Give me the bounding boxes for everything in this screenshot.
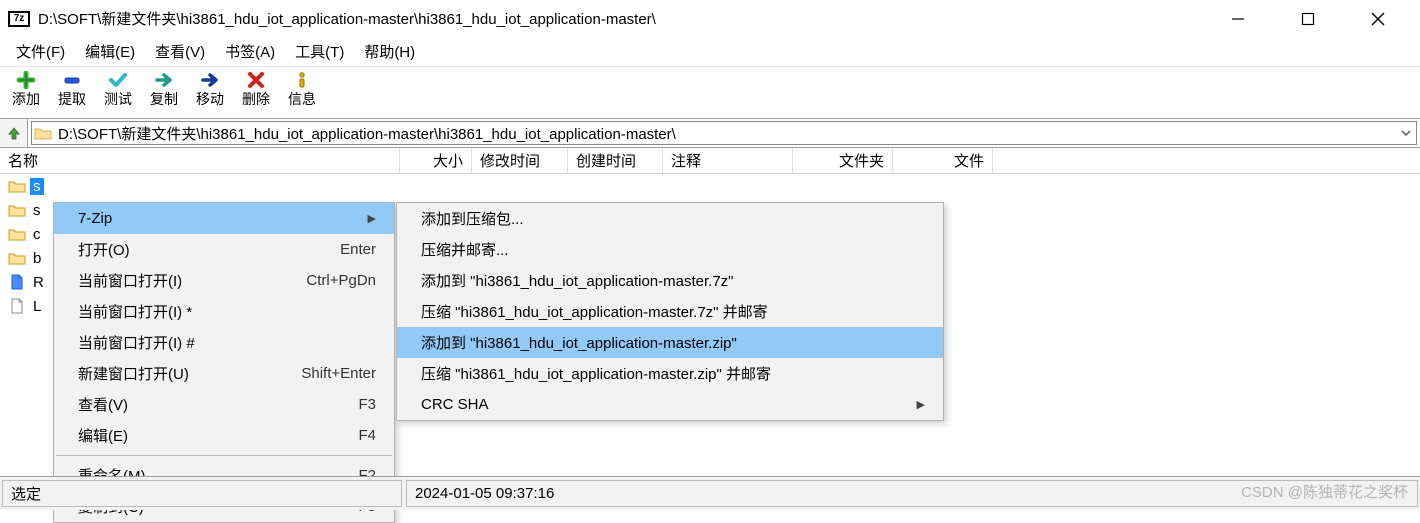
arrow-r1-icon — [154, 69, 174, 91]
folder-icon — [8, 225, 26, 243]
menu-item[interactable]: 帮助(H) — [356, 39, 423, 64]
menu-item[interactable]: 编辑(E)F4 — [54, 420, 394, 451]
folder-icon — [32, 126, 54, 140]
menu-item[interactable]: 打开(O)Enter — [54, 234, 394, 265]
column-modified[interactable]: 修改时间 — [472, 148, 568, 173]
menu-item[interactable]: 压缩并邮寄... — [397, 234, 943, 265]
folder-icon — [8, 177, 26, 195]
menu-item[interactable]: 添加到压缩包... — [397, 203, 943, 234]
statusbar: 选定 2024-01-05 09:37:16 — [0, 476, 1420, 510]
toolbar-cross[interactable]: 删除 — [236, 69, 276, 107]
folder-icon — [8, 249, 26, 267]
list-item[interactable]: R — [0, 270, 50, 294]
menu-item[interactable]: 工具(T) — [287, 39, 352, 64]
cross-icon — [247, 69, 265, 91]
toolbar-arrow-r2[interactable]: 移动 — [190, 69, 230, 107]
column-name[interactable]: 名称 — [0, 148, 400, 173]
menu-item[interactable]: 添加到 "hi3861_hdu_iot_application-master.z… — [397, 327, 943, 358]
check-icon — [108, 69, 128, 91]
file-icon — [8, 297, 26, 315]
address-text: D:\SOFT\新建文件夹\hi3861_hdu_iot_application… — [54, 121, 1396, 146]
address-input[interactable]: D:\SOFT\新建文件夹\hi3861_hdu_iot_application… — [31, 121, 1417, 145]
menu-item[interactable]: 新建窗口打开(U)Shift+Enter — [54, 358, 394, 389]
menu-item[interactable]: 查看(V) — [147, 39, 213, 64]
context-submenu[interactable]: 添加到压缩包...压缩并邮寄...添加到 "hi3861_hdu_iot_app… — [396, 202, 944, 421]
column-size[interactable]: 大小 — [400, 148, 472, 173]
menu-item[interactable]: 压缩 "hi3861_hdu_iot_application-master.zi… — [397, 358, 943, 389]
list-item[interactable]: c — [0, 222, 50, 246]
column-comment[interactable]: 注释 — [663, 148, 793, 173]
titlebar: 7z D:\SOFT\新建文件夹\hi3861_hdu_iot_applicat… — [0, 0, 1420, 38]
toolbar: 添加提取测试复制移动删除信息 — [0, 66, 1420, 118]
up-button[interactable] — [0, 119, 28, 147]
toolbar-check[interactable]: 测试 — [98, 69, 138, 107]
menu-item[interactable]: 7-Zip▶ — [54, 203, 394, 234]
menu-item[interactable]: CRC SHA▶ — [397, 389, 943, 420]
menu-item[interactable]: 当前窗口打开(I)Ctrl+PgDn — [54, 265, 394, 296]
close-button[interactable] — [1358, 4, 1398, 34]
maximize-button[interactable] — [1288, 4, 1328, 34]
menu-item[interactable]: 添加到 "hi3861_hdu_iot_application-master.7… — [397, 265, 943, 296]
column-files[interactable]: 文件 — [893, 148, 993, 173]
file-icon — [8, 273, 26, 291]
chevron-right-icon: ▶ — [368, 212, 376, 225]
column-created[interactable]: 创建时间 — [568, 148, 663, 173]
toolbar-minus[interactable]: 提取 — [52, 69, 92, 107]
menu-item[interactable]: 查看(V)F3 — [54, 389, 394, 420]
menu-item[interactable]: 当前窗口打开(I) # — [54, 327, 394, 358]
plus-icon — [16, 69, 36, 91]
minus-icon — [62, 69, 82, 91]
toolbar-arrow-r1[interactable]: 复制 — [144, 69, 184, 107]
window-title: D:\SOFT\新建文件夹\hi3861_hdu_iot_application… — [34, 8, 656, 29]
menubar: 文件(F)编辑(E)查看(V)书签(A)工具(T)帮助(H) — [0, 38, 1420, 66]
folder-icon — [8, 201, 26, 219]
menu-item[interactable]: 当前窗口打开(I) * — [54, 296, 394, 327]
toolbar-info[interactable]: 信息 — [282, 69, 322, 107]
toolbar-plus[interactable]: 添加 — [6, 69, 46, 107]
arrow-r2-icon — [200, 69, 220, 91]
addressbar: D:\SOFT\新建文件夹\hi3861_hdu_iot_application… — [0, 118, 1420, 148]
menu-item[interactable]: 压缩 "hi3861_hdu_iot_application-master.7z… — [397, 296, 943, 327]
list-item[interactable]: b — [0, 246, 50, 270]
list-header: 名称 大小 修改时间 创建时间 注释 文件夹 文件 — [0, 148, 1420, 174]
app-icon: 7z — [8, 11, 30, 27]
menu-item[interactable]: 书签(A) — [217, 39, 283, 64]
status-selection: 选定 — [2, 480, 402, 507]
minimize-button[interactable] — [1218, 4, 1258, 34]
menu-item[interactable]: 文件(F) — [8, 39, 73, 64]
status-datetime: 2024-01-05 09:37:16 — [406, 480, 1418, 507]
chevron-down-icon[interactable] — [1396, 127, 1416, 139]
column-folders[interactable]: 文件夹 — [793, 148, 893, 173]
info-icon — [293, 69, 311, 91]
menu-item[interactable]: 编辑(E) — [77, 39, 143, 64]
list-item[interactable]: s — [0, 174, 50, 198]
list-item[interactable]: s — [0, 198, 50, 222]
chevron-right-icon: ▶ — [917, 398, 925, 411]
list-item[interactable]: L — [0, 294, 50, 318]
menu-separator — [56, 455, 392, 456]
context-menu[interactable]: 7-Zip▶打开(O)Enter当前窗口打开(I)Ctrl+PgDn当前窗口打开… — [53, 202, 395, 523]
